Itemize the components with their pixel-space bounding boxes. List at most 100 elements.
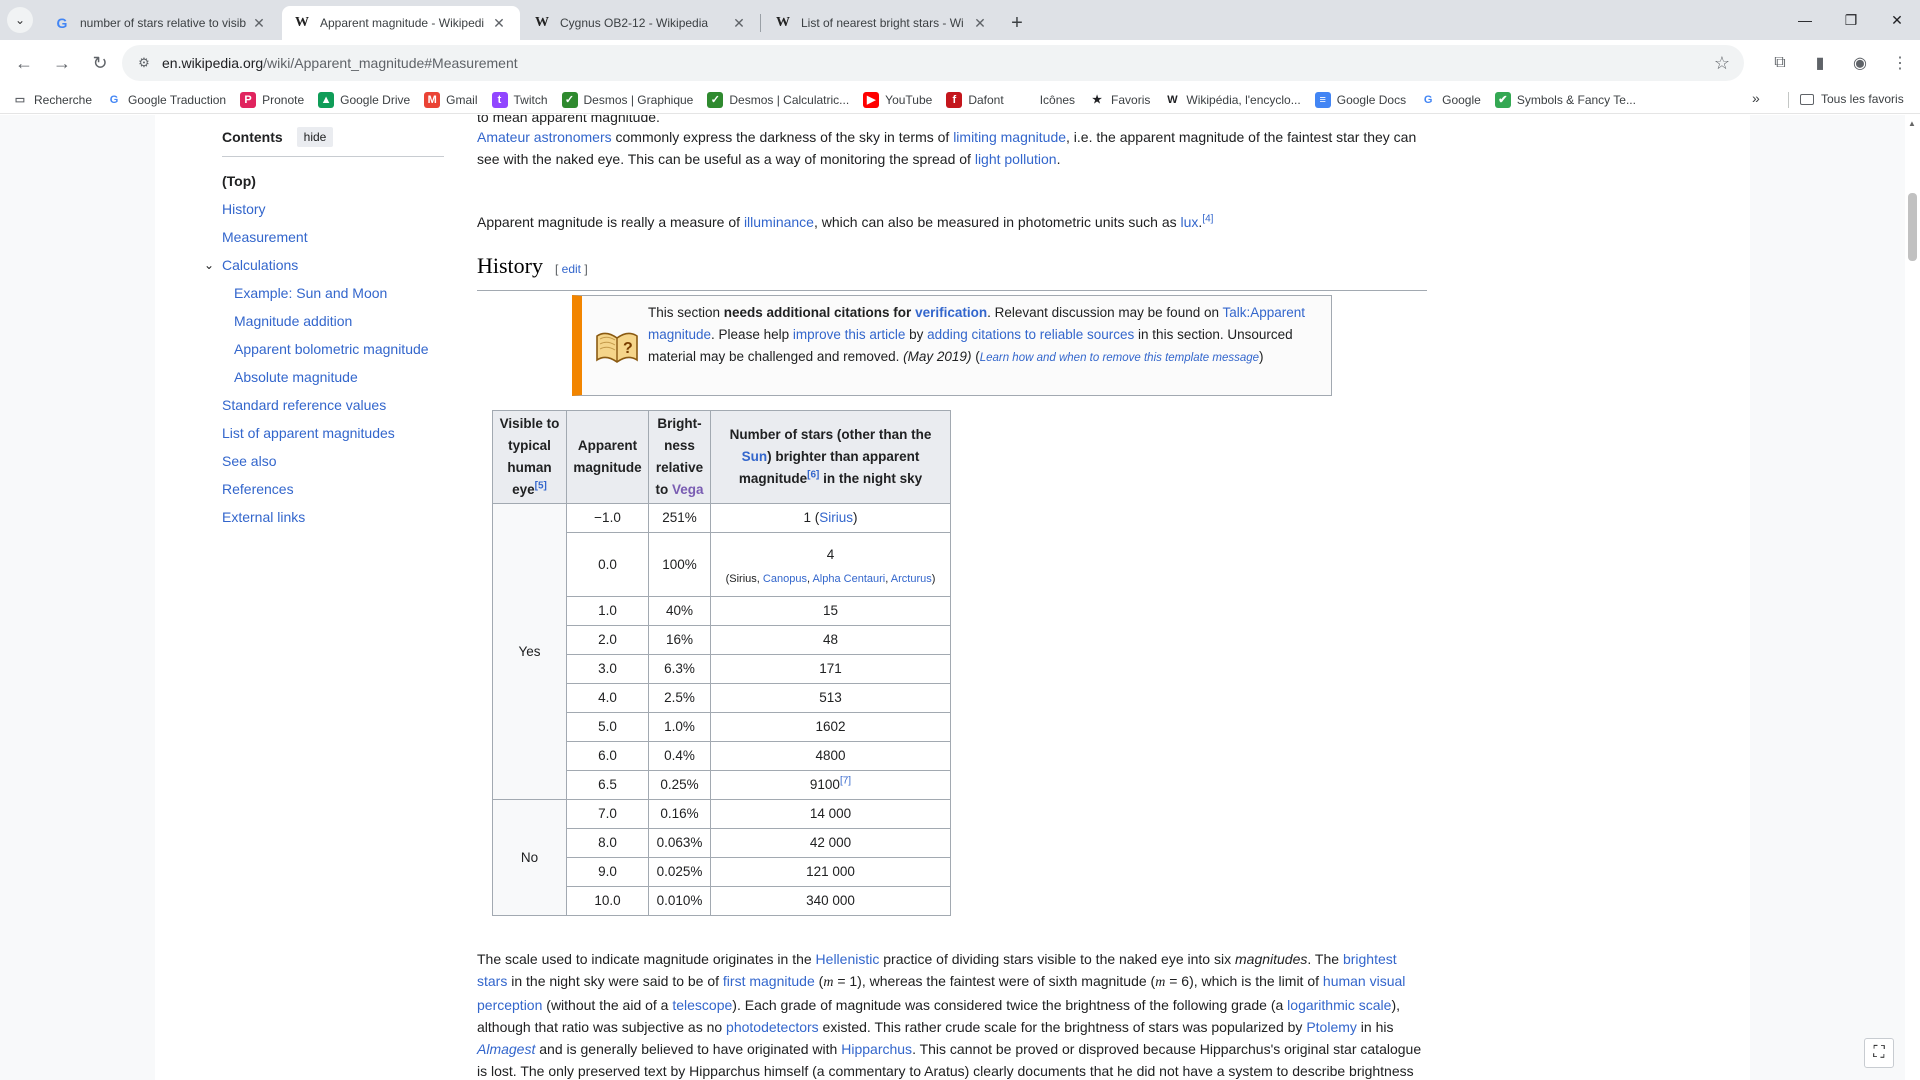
browser-tab[interactable]: W Apparent magnitude - Wikipedi ✕: [282, 6, 520, 40]
forward-icon[interactable]: →: [44, 45, 80, 81]
browser-tab[interactable]: W List of nearest bright stars - Wi ✕: [763, 6, 1001, 40]
bookmark-item[interactable]: ✓ Desmos | Calculatric...: [707, 91, 849, 108]
back-icon[interactable]: ←: [6, 45, 42, 81]
minimize-icon[interactable]: —: [1782, 0, 1828, 40]
reference-7[interactable]: [7]: [840, 776, 851, 787]
link-logarithmic-scale[interactable]: logarithmic scale: [1287, 997, 1391, 1013]
bookmark-item[interactable]: M Gmail: [424, 91, 478, 108]
link-hellenistic[interactable]: Hellenistic: [816, 951, 880, 967]
bookmark-item[interactable]: G Google Traduction: [106, 92, 226, 108]
toc-item[interactable]: See also: [222, 447, 444, 475]
bookmark-item[interactable]: • Icônes: [1018, 92, 1075, 108]
toc-item[interactable]: Absolute magnitude: [222, 363, 444, 391]
reference-5[interactable]: [5]: [535, 481, 547, 492]
address-bar[interactable]: ⚙ en.wikipedia.org/wiki/Apparent_magnitu…: [122, 45, 1744, 81]
link-photodetectors[interactable]: photodetectors: [726, 1019, 819, 1035]
url-host: en.wikipedia.org: [162, 55, 264, 71]
link-adding-citations[interactable]: adding citations to reliable sources: [927, 327, 1134, 342]
reference-6[interactable]: [6]: [807, 470, 819, 481]
chevron-down-icon[interactable]: ⌄: [204, 251, 214, 279]
bookmark-label: Google Traduction: [128, 92, 227, 107]
cell-star-count: 121 000: [710, 857, 951, 887]
link-hipparchus[interactable]: Hipparchus: [841, 1041, 912, 1057]
scrollbar-thumb[interactable]: [1908, 193, 1917, 261]
browser-tab[interactable]: W Cygnus OB2-12 - Wikipedia ✕: [522, 6, 760, 40]
link-star-name[interactable]: Alpha Centauri: [812, 573, 885, 585]
bookmark-label: Symbols & Fancy Te...: [1516, 92, 1636, 107]
bookmark-item[interactable]: ▲ Google Drive: [318, 91, 410, 108]
toc-item[interactable]: Apparent bolometric magnitude: [222, 335, 444, 363]
link-improve-article[interactable]: improve this article: [793, 327, 906, 342]
fullscreen-icon[interactable]: ⛶: [1864, 1038, 1894, 1068]
link-star-name[interactable]: Arcturus: [891, 573, 932, 585]
url-text[interactable]: en.wikipedia.org/wiki/Apparent_magnitude…: [162, 55, 518, 71]
toc-item[interactable]: Standard reference values: [222, 391, 444, 419]
scroll-up-icon[interactable]: ▲: [1908, 119, 1916, 128]
tab-close-icon[interactable]: ✕: [730, 15, 748, 32]
bookmark-item[interactable]: ≡ Google Docs: [1314, 91, 1406, 108]
bookmark-item[interactable]: t Twitch: [491, 91, 548, 108]
link-illuminance[interactable]: illuminance: [744, 214, 814, 230]
toc-hide-button[interactable]: hide: [296, 126, 334, 147]
link-lux[interactable]: lux: [1181, 214, 1199, 230]
link-amateur-astronomers[interactable]: Amateur astronomers: [477, 129, 612, 145]
link-learn-remove[interactable]: Learn how and when to remove this templa…: [980, 352, 1259, 364]
bookmarks-bar: ▭ Recherche G Google Traduction P Pronote ▲ Goo…: [0, 86, 1920, 114]
link-limiting-magnitude[interactable]: limiting magnitude: [953, 129, 1066, 145]
link-almagest[interactable]: Almagest: [477, 1041, 535, 1057]
toc-item[interactable]: External links: [222, 503, 444, 531]
tab-close-icon[interactable]: ✕: [490, 15, 508, 32]
bookmark-item[interactable]: ✔ Symbols & Fancy Te...: [1494, 91, 1636, 108]
link-telescope[interactable]: telescope: [672, 997, 732, 1013]
site-info-icon[interactable]: ⚙: [126, 55, 162, 71]
extensions-icon[interactable]: ⧉: [1762, 45, 1798, 81]
tab-close-icon[interactable]: ✕: [250, 15, 268, 32]
link-sirius[interactable]: Sirius: [819, 510, 853, 525]
link-first-magnitude[interactable]: first magnitude: [723, 973, 815, 989]
toc-item[interactable]: (Top): [222, 167, 444, 195]
tabs-container: Gnumber of stars relative to visib ✕ W Appa…: [40, 6, 1001, 40]
bookmark-item[interactable]: ★ Favoris: [1089, 92, 1150, 108]
bookmark-item[interactable]: P Pronote: [240, 91, 304, 108]
page-scrollbar[interactable]: ▲: [1905, 115, 1920, 1080]
close-icon[interactable]: ✕: [1874, 0, 1920, 40]
side-panel-icon[interactable]: ▮: [1802, 45, 1838, 81]
link-sun[interactable]: Sun: [742, 449, 768, 464]
new-tab-button[interactable]: +: [1001, 6, 1033, 40]
cell-magnitude: 0.0: [566, 532, 649, 597]
bookmark-item[interactable]: G Google: [1420, 92, 1481, 108]
toc-item[interactable]: Magnitude addition: [222, 307, 444, 335]
link-light-pollution[interactable]: light pollution: [975, 151, 1057, 167]
cell-brightness: 0.25%: [648, 770, 711, 800]
bookmark-star-icon[interactable]: ☆: [1714, 53, 1730, 74]
more-bookmarks-icon[interactable]: »: [1752, 90, 1760, 106]
restore-icon[interactable]: ❐: [1828, 0, 1874, 40]
paragraph-illuminance: Apparent magnitude is really a measure o…: [477, 211, 1427, 233]
all-bookmarks-button[interactable]: Tous les favoris: [1800, 92, 1904, 106]
bookmark-label: YouTube: [885, 92, 933, 107]
tab-search-button[interactable]: ⌄: [0, 0, 40, 40]
link-ptolemy[interactable]: Ptolemy: [1306, 1019, 1357, 1035]
text: in his: [1356, 1019, 1394, 1035]
toc-item[interactable]: References: [222, 475, 444, 503]
bookmark-item[interactable]: f Dafont: [946, 91, 1004, 108]
link-star-name[interactable]: Canopus: [763, 573, 807, 585]
toc-item[interactable]: List of apparent magnitudes: [222, 419, 444, 447]
profile-icon[interactable]: ◉: [1842, 45, 1878, 81]
toc-item[interactable]: Measurement: [222, 223, 444, 251]
edit-link[interactable]: edit: [562, 262, 581, 276]
link-vega[interactable]: Vega: [672, 482, 704, 497]
link-verification[interactable]: verification: [915, 305, 987, 320]
browser-tab[interactable]: Gnumber of stars relative to visib ✕: [42, 6, 280, 40]
reload-icon[interactable]: ↻: [82, 45, 118, 81]
bookmark-item[interactable]: ▭ Recherche: [12, 92, 92, 108]
menu-icon[interactable]: ⋮: [1882, 45, 1918, 81]
toc-item[interactable]: Example: Sun and Moon: [222, 279, 444, 307]
bookmark-item[interactable]: W Wikipédia, l'encyclo...: [1164, 92, 1301, 108]
tab-close-icon[interactable]: ✕: [971, 15, 989, 32]
bookmark-item[interactable]: ▶ YouTube: [863, 91, 933, 108]
toc-item[interactable]: ⌄ Calculations: [204, 251, 444, 279]
reference-4[interactable]: [4]: [1202, 213, 1213, 224]
bookmark-item[interactable]: ✓ Desmos | Graphique: [561, 91, 693, 108]
toc-item[interactable]: History: [222, 195, 444, 223]
